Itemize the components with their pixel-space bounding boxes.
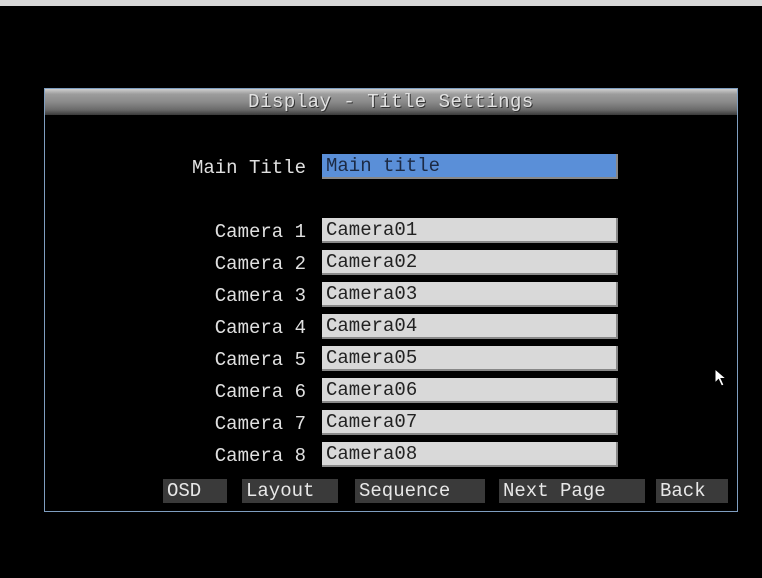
sequence-button[interactable]: Sequence [355,479,485,503]
camera-5-input[interactable]: Camera05 [322,346,618,371]
camera-7-input[interactable]: Camera07 [322,410,618,435]
camera-4-input[interactable]: Camera04 [322,314,618,339]
next-page-button[interactable]: Next Page [499,479,645,503]
camera-2-label: Camera 2 [214,253,306,275]
camera-3-input[interactable]: Camera03 [322,282,618,307]
camera-4-label: Camera 4 [214,317,306,339]
camera-8-label: Camera 8 [214,445,306,467]
camera-3-label: Camera 3 [214,285,306,307]
camera-7-label: Camera 7 [214,413,306,435]
camera-6-input[interactable]: Camera06 [322,378,618,403]
camera-8-input[interactable]: Camera08 [322,442,618,467]
main-title-input[interactable]: Main title [322,154,618,179]
osd-button[interactable]: OSD [163,479,227,503]
layout-button[interactable]: Layout [242,479,338,503]
top-strip [0,0,762,6]
dialog-title: Display - Title Settings [248,91,534,113]
dialog-titlebar: Display - Title Settings [45,89,737,115]
camera-6-label: Camera 6 [214,381,306,403]
camera-1-input[interactable]: Camera01 [322,218,618,243]
camera-1-label: Camera 1 [214,221,306,243]
camera-2-input[interactable]: Camera02 [322,250,618,275]
mouse-pointer-icon [714,368,728,387]
camera-5-label: Camera 5 [214,349,306,371]
back-button[interactable]: Back [656,479,728,503]
main-title-label: Main Title [191,157,306,179]
